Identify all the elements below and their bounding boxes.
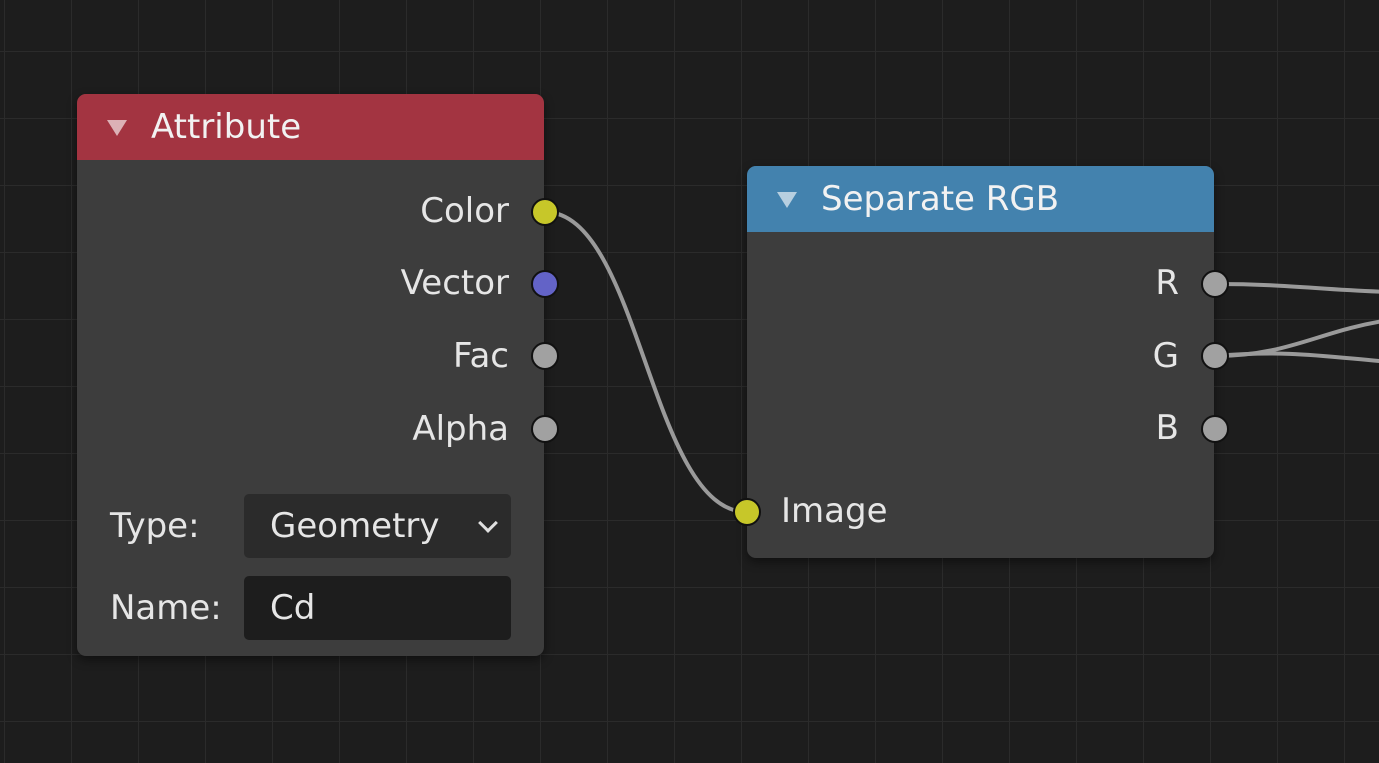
output-label-vector: Vector <box>400 263 509 303</box>
output-label-alpha: Alpha <box>412 409 509 449</box>
output-socket-alpha[interactable] <box>531 415 559 443</box>
output-socket-vector[interactable] <box>531 270 559 298</box>
link-g-out-1[interactable] <box>1213 319 1379 358</box>
triangle-down-icon[interactable] <box>777 192 797 208</box>
input-label-image: Image <box>781 491 888 531</box>
link-color-to-image[interactable] <box>543 210 749 514</box>
name-label: Name: <box>110 588 222 628</box>
triangle-down-icon[interactable] <box>107 120 127 136</box>
node-title: Attribute <box>151 107 302 147</box>
output-label-g: G <box>1152 336 1179 376</box>
output-socket-r[interactable] <box>1201 270 1229 298</box>
output-label-color: Color <box>420 191 509 231</box>
output-socket-fac[interactable] <box>531 342 559 370</box>
output-socket-b[interactable] <box>1201 415 1229 443</box>
output-label-b: B <box>1155 408 1179 448</box>
output-socket-color[interactable] <box>531 198 559 226</box>
node-title: Separate RGB <box>821 179 1060 219</box>
separate-rgb-node-header[interactable]: Separate RGB <box>747 166 1214 232</box>
name-field[interactable]: Cd <box>244 576 511 640</box>
type-dropdown[interactable]: Geometry <box>244 494 511 558</box>
type-dropdown-value: Geometry <box>270 506 440 546</box>
link-g-out-2[interactable] <box>1213 351 1379 364</box>
output-socket-g[interactable] <box>1201 342 1229 370</box>
separate-rgb-node[interactable]: Separate RGB R G B Image <box>747 166 1214 558</box>
chevron-down-icon <box>478 513 498 533</box>
output-label-r: R <box>1155 263 1179 303</box>
attribute-node-header[interactable]: Attribute <box>77 94 544 160</box>
link-r-out[interactable] <box>1213 282 1379 294</box>
output-label-fac: Fac <box>453 336 509 376</box>
type-label: Type: <box>110 506 200 546</box>
attribute-node[interactable]: Attribute Color Vector Fac Alpha Type: G… <box>77 94 544 656</box>
input-socket-image[interactable] <box>733 498 761 526</box>
